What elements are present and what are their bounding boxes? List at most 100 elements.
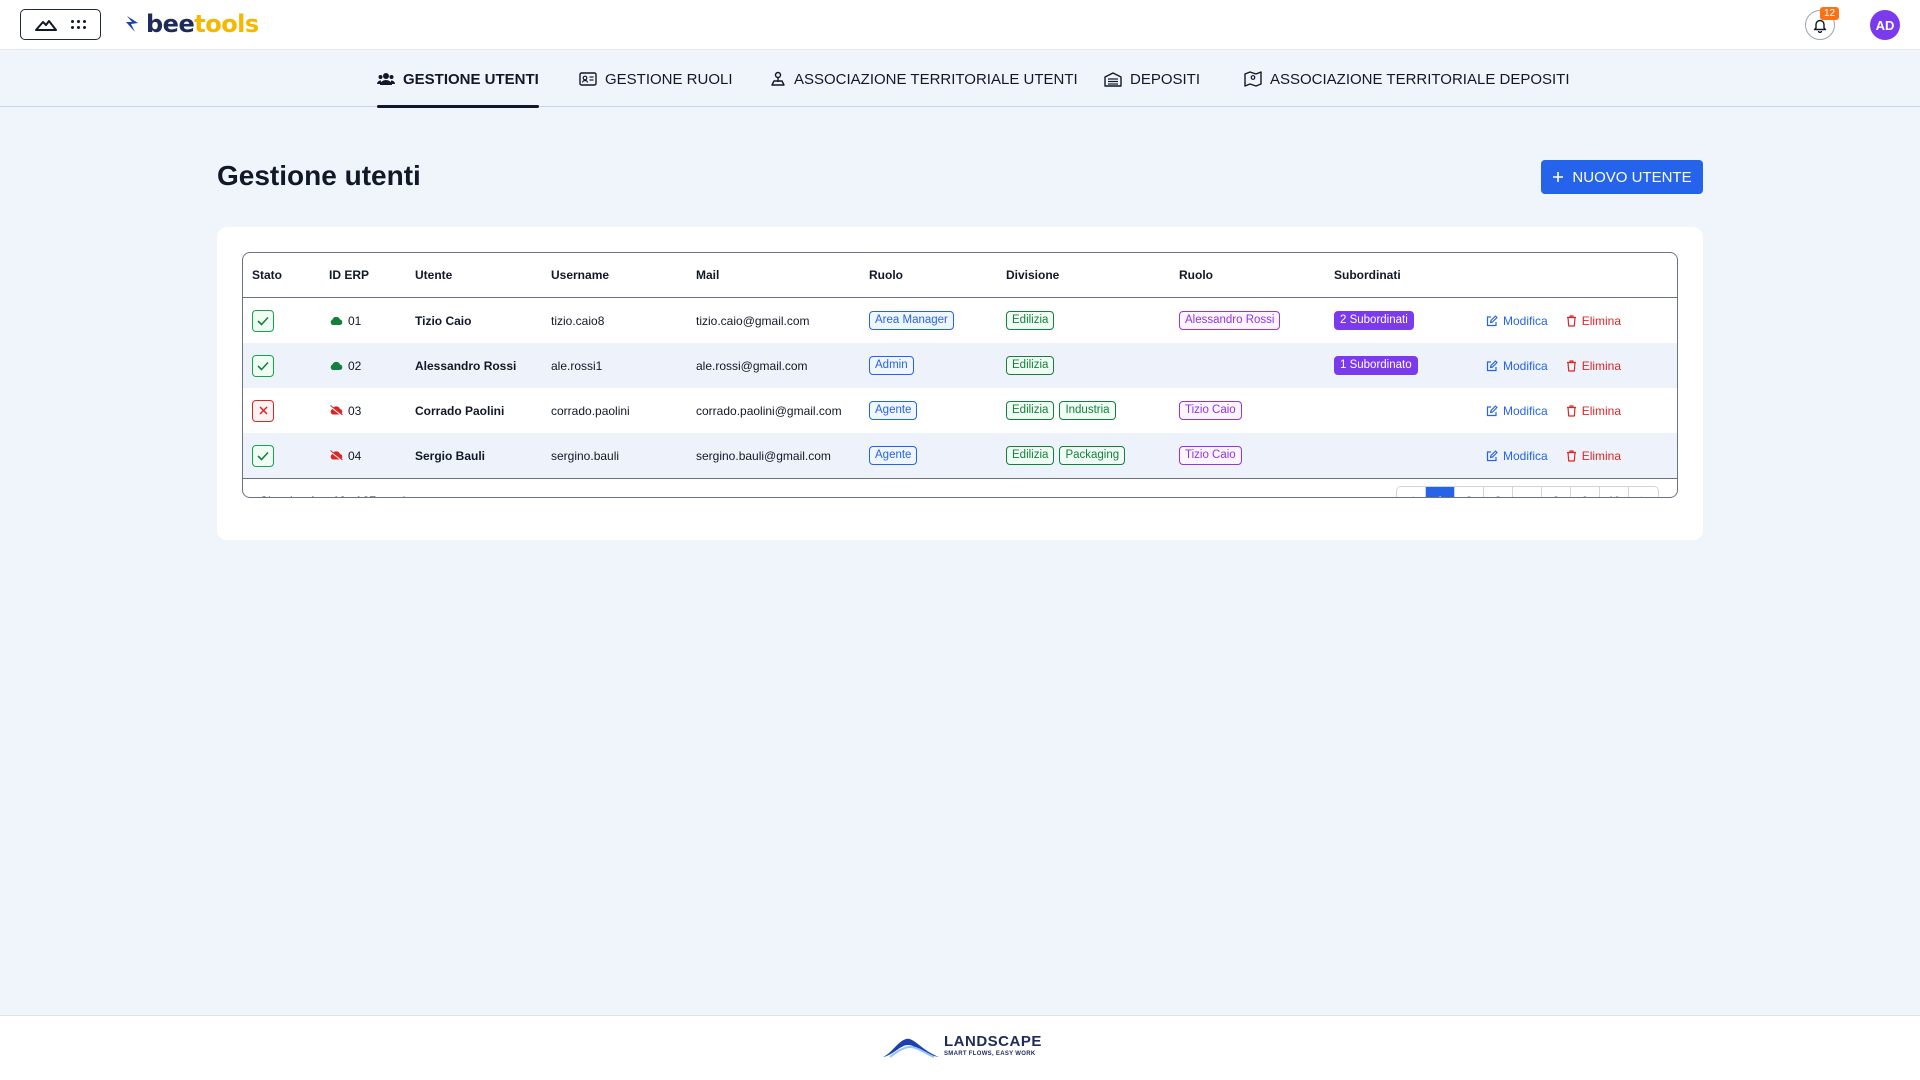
table-row: 04 Sergio Bauli sergino.bauli sergino.ba… [243,433,1677,478]
delete-button[interactable]: Elimina [1566,314,1621,328]
column-header-username[interactable]: Username [551,253,609,298]
page-button[interactable]: 2 [1455,487,1484,497]
table-row: 03 Corrado Paolini corrado.paolini corra… [243,388,1677,433]
page-button[interactable]: 1 [1426,487,1455,497]
edit-icon [1486,449,1498,461]
table-row: 02 Alessandro Rossi ale.rossi1 ale.rossi… [243,343,1677,388]
role-cell: Admin [869,343,914,388]
page-button[interactable]: 9 [1571,487,1600,497]
user-avatar[interactable]: AD [1870,10,1900,40]
manager-badge: Tizio Caio [1179,401,1242,420]
chevron-right-icon [1641,496,1642,497]
manager-cell: Tizio Caio [1179,388,1242,433]
edit-icon [1486,404,1498,416]
table-header: Stato ID ERP Utente Username Mail Ruolo … [243,253,1677,298]
edit-button[interactable]: Modifica [1486,404,1548,418]
actions-cell: Modifica Elimina [1486,433,1621,478]
column-header-id-erp[interactable]: ID ERP [329,253,369,298]
tab-label: ASSOCIAZIONE TERRITORIALE DEPOSITI [1270,70,1570,88]
column-header-ruolo-responsabile[interactable]: Ruolo [1179,253,1213,298]
actions-cell: Modifica Elimina [1486,388,1621,433]
tab-gestione-ruoli[interactable]: GESTIONE RUOLI [579,51,733,107]
username: tizio.caio8 [551,313,605,328]
main-tabs: GESTIONE UTENTI GESTIONE RUOLI ASSOCIAZI… [0,51,1920,108]
email: ale.rossi@gmail.com [696,358,808,373]
user-name: Sergio Bauli [415,448,486,463]
brand-logo[interactable]: beetools [124,10,259,38]
page-ellipsis: ... [1513,487,1542,497]
edit-button[interactable]: Modifica [1486,314,1548,328]
users-table: Stato ID ERP Utente Username Mail Ruolo … [242,252,1678,498]
delete-button[interactable]: Elimina [1566,404,1621,418]
trash-icon [1566,314,1576,327]
column-header-divisione[interactable]: Divisione [1006,253,1059,298]
bee-logo-icon [126,16,138,32]
tab-depositi[interactable]: DEPOSITI [1104,51,1200,107]
subordinates-badge[interactable]: 2 Subordinati [1334,311,1414,330]
division-badge: Edilizia [1006,311,1055,330]
footer-brand: LANDSCAPE [944,1033,1042,1050]
landscape-mark-icon [35,19,57,31]
manager-cell: Alessandro Rossi [1179,298,1281,343]
manager-badge: Tizio Caio [1179,446,1242,465]
status-active-toggle[interactable] [252,309,274,332]
page-button[interactable]: 10 [1600,487,1629,497]
edit-icon [1486,314,1498,326]
edit-button[interactable]: Modifica [1486,359,1548,373]
delete-button[interactable]: Elimina [1566,449,1621,463]
actions-cell: Modifica Elimina [1486,298,1621,343]
next-page-button[interactable] [1629,487,1658,497]
page-button[interactable]: 8 [1542,487,1571,497]
division-cell: Edilizia Packaging [1006,433,1126,478]
username: ale.rossi1 [551,358,603,373]
page-footer: LANDSCAPE SMART FLOWS, EASY WORK [0,1015,1920,1080]
map-pin-user-icon [771,71,785,86]
tab-label: GESTIONE UTENTI [403,70,539,88]
cloud-off-icon [329,405,343,416]
role-cell: Agente [869,388,918,433]
status-cell [252,298,274,343]
previous-page-button[interactable] [1397,487,1426,497]
edit-button[interactable]: Modifica [1486,449,1548,463]
edit-label: Modifica [1503,358,1548,373]
division-badge: Edilizia [1006,356,1055,375]
column-header-stato[interactable]: Stato [252,253,282,298]
id-erp: 03 [348,403,362,418]
landscape-logo: LANDSCAPE SMART FLOWS, EASY WORK [882,1033,1042,1059]
edit-icon [1486,359,1498,371]
username: sergino.bauli [551,448,620,463]
column-header-mail[interactable]: Mail [696,253,719,298]
tab-gestione-utenti[interactable]: GESTIONE UTENTI [377,51,539,108]
subordinates-cell: 1 Subordinato [1334,343,1418,388]
apps-grid-icon [71,20,86,29]
app-switcher-button[interactable] [20,9,101,40]
role-badge: Agente [869,401,918,420]
cloud-synced-icon [330,361,343,370]
tab-associazione-territoriale-depositi[interactable]: ASSOCIAZIONE TERRITORIALE DEPOSITI [1244,51,1570,107]
username: corrado.paolini [551,403,630,418]
id-erp-cell: 02 [329,343,361,388]
close-icon [258,406,268,415]
delete-button[interactable]: Elimina [1566,359,1621,373]
delete-label: Elimina [1581,313,1622,328]
delete-label: Elimina [1581,358,1622,373]
page-button[interactable]: 3 [1484,487,1513,497]
column-header-ruolo[interactable]: Ruolo [869,253,903,298]
id-erp-cell: 04 [329,433,361,478]
column-header-subordinati[interactable]: Subordinati [1334,253,1401,298]
cloud-off-icon [329,450,343,461]
subordinates-badge[interactable]: 1 Subordinato [1334,356,1418,375]
users-icon [377,73,395,85]
status-inactive-toggle[interactable] [252,399,274,422]
brand-name: beetools [146,10,259,38]
id-erp-cell: 03 [329,388,361,433]
division-cell: Edilizia [1006,343,1055,388]
tab-associazione-territoriale-utenti[interactable]: ASSOCIAZIONE TERRITORIALE UTENTI [770,51,1078,107]
column-header-utente[interactable]: Utente [415,253,452,298]
tab-label: DEPOSITI [1130,70,1201,88]
status-active-toggle[interactable] [252,354,274,377]
email: sergino.bauli@gmail.com [696,448,831,463]
division-badge: Industria [1059,401,1116,420]
new-user-button[interactable]: NUOVO UTENTE [1541,160,1703,194]
status-active-toggle[interactable] [252,444,274,467]
